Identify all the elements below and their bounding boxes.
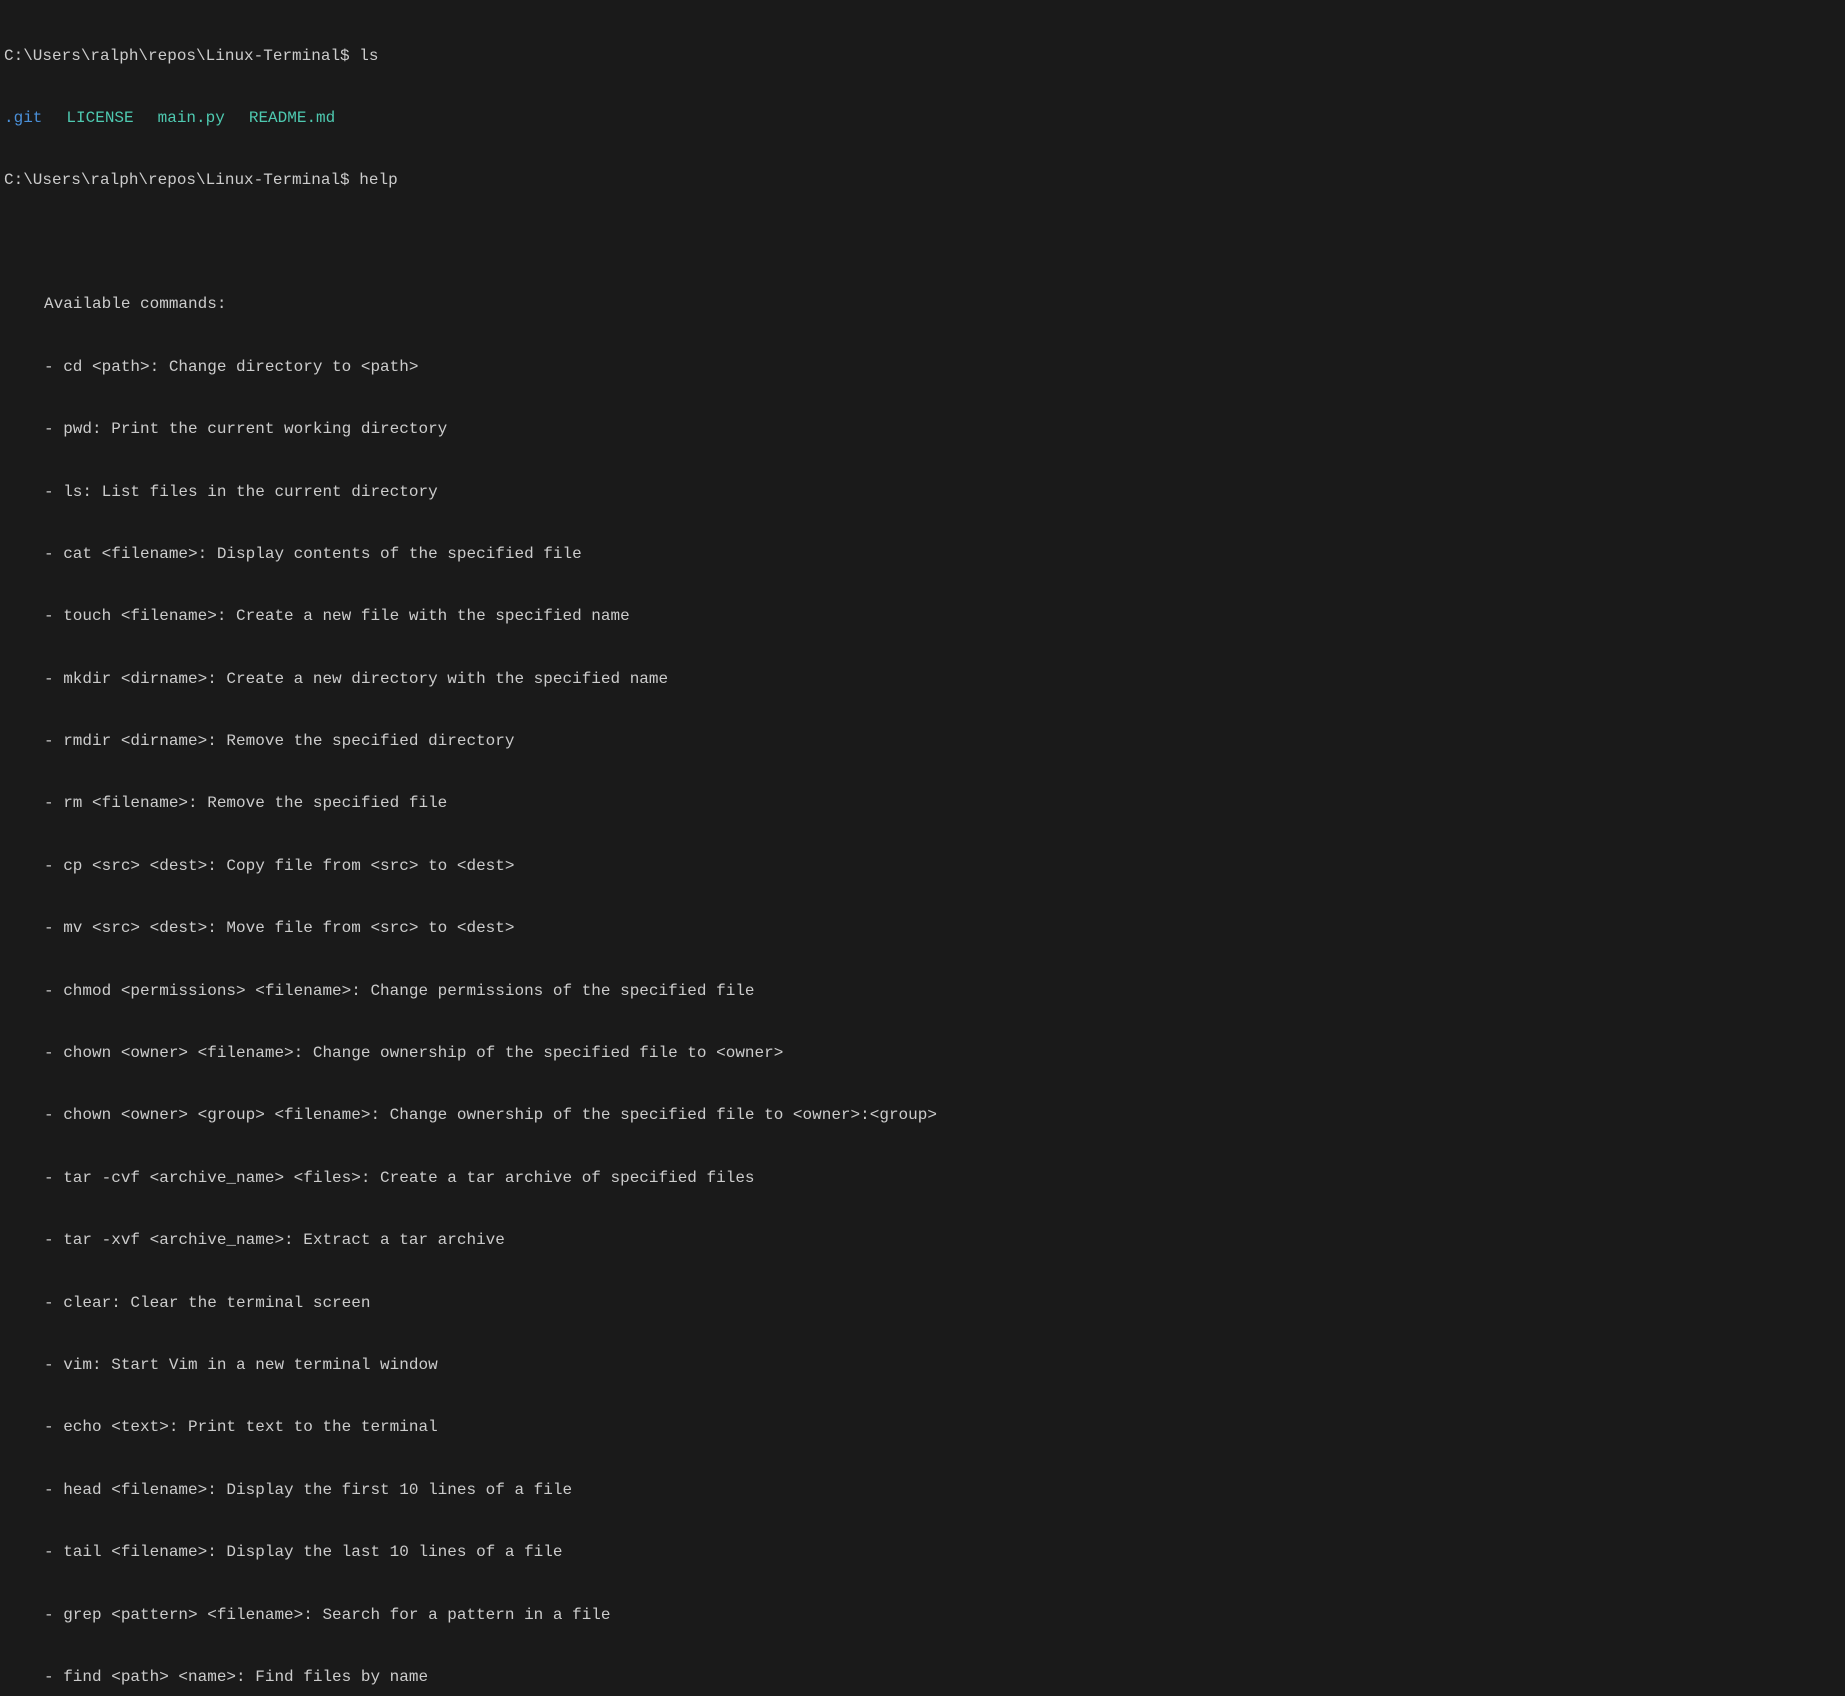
ls-item-main: main.py (158, 108, 225, 129)
help-item: - chown <owner> <filename>: Change owner… (44, 1043, 1841, 1064)
help-item: - tar -cvf <archive_name> <files>: Creat… (44, 1168, 1841, 1189)
help-item: - rm <filename>: Remove the specified fi… (44, 793, 1841, 814)
prompt: C:\Users\ralph\repos\Linux-Terminal$ (4, 171, 359, 189)
help-item: - grep <pattern> <filename>: Search for … (44, 1605, 1841, 1626)
help-output: Available commands: - cd <path>: Change … (4, 253, 1841, 1696)
help-item: - cd <path>: Change directory to <path> (44, 357, 1841, 378)
help-item: - mv <src> <dest>: Move file from <src> … (44, 918, 1841, 939)
help-item: - ls: List files in the current director… (44, 482, 1841, 503)
help-item: - pwd: Print the current working directo… (44, 419, 1841, 440)
help-item: - clear: Clear the terminal screen (44, 1293, 1841, 1314)
help-item: - vim: Start Vim in a new terminal windo… (44, 1355, 1841, 1376)
history-line-1: C:\Users\ralph\repos\Linux-Terminal$ ls (4, 46, 1841, 67)
prompt: C:\Users\ralph\repos\Linux-Terminal$ (4, 47, 359, 65)
ls-item-readme: README.md (249, 108, 335, 129)
ls-item-license: LICENSE (66, 108, 133, 129)
help-item: - cat <filename>: Display contents of th… (44, 544, 1841, 565)
command-help: help (359, 171, 397, 189)
help-item: - chown <owner> <group> <filename>: Chan… (44, 1105, 1841, 1126)
help-item: - rmdir <dirname>: Remove the specified … (44, 731, 1841, 752)
help-item: - echo <text>: Print text to the termina… (44, 1417, 1841, 1438)
help-item: - find <path> <name>: Find files by name (44, 1667, 1841, 1688)
ls-item-git: .git (4, 108, 42, 129)
help-item: - head <filename>: Display the first 10 … (44, 1480, 1841, 1501)
help-item: - chmod <permissions> <filename>: Change… (44, 981, 1841, 1002)
history-line-2: C:\Users\ralph\repos\Linux-Terminal$ hel… (4, 170, 1841, 191)
help-item: - cp <src> <dest>: Copy file from <src> … (44, 856, 1841, 877)
command-ls: ls (359, 47, 378, 65)
ls-output: .git LICENSE main.py README.md (4, 108, 1841, 129)
help-item: - tail <filename>: Display the last 10 l… (44, 1542, 1841, 1563)
help-item: - mkdir <dirname>: Create a new director… (44, 669, 1841, 690)
help-header: Available commands: (44, 294, 1841, 315)
help-item: - touch <filename>: Create a new file wi… (44, 606, 1841, 627)
help-item: - tar -xvf <archive_name>: Extract a tar… (44, 1230, 1841, 1251)
terminal-output[interactable]: C:\Users\ralph\repos\Linux-Terminal$ ls … (4, 4, 1841, 1696)
